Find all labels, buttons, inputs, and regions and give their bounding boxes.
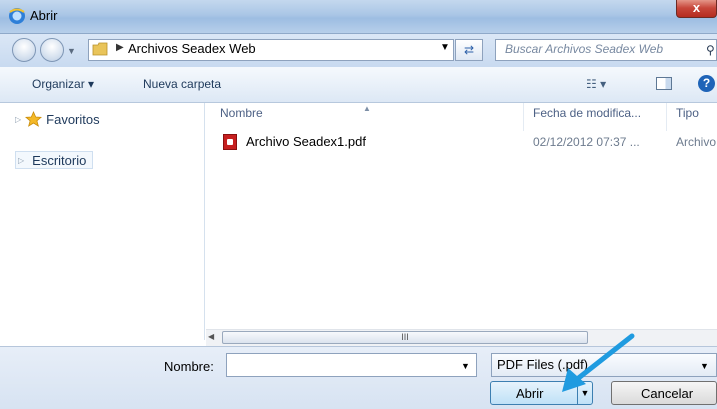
new-folder-button[interactable]: Nueva carpeta	[143, 77, 221, 91]
recent-pages-dropdown-icon[interactable]: ▼	[67, 46, 77, 56]
folder-icon	[92, 42, 108, 56]
column-divider[interactable]	[666, 103, 667, 131]
star-icon	[25, 111, 43, 127]
navigation-pane	[0, 103, 205, 340]
scrollbar-thumb[interactable]: III	[222, 331, 588, 344]
sidebar-item-desktop[interactable]: ▷ Escritorio	[15, 151, 93, 169]
preview-pane-icon[interactable]	[656, 77, 672, 90]
file-name[interactable]: Archivo Seadex1.pdf	[246, 134, 366, 149]
scroll-left-icon[interactable]: ◀	[208, 332, 214, 341]
pointer-arrow-icon	[562, 333, 635, 392]
filename-input[interactable]	[226, 353, 477, 377]
chevron-down-icon[interactable]: ▼	[700, 361, 709, 371]
column-header-type[interactable]: Tipo	[676, 106, 699, 120]
sidebar-item-label: Favoritos	[46, 111, 100, 127]
command-bar	[0, 67, 717, 103]
open-button-label: Abrir	[516, 386, 544, 401]
address-dropdown-icon[interactable]: ▼	[440, 42, 450, 53]
sidebar-item-favorites[interactable]: ▷ Favoritos	[15, 110, 100, 128]
window-title: Abrir	[30, 8, 58, 23]
back-button[interactable]	[12, 38, 36, 62]
sort-ascending-icon: ▲	[363, 104, 371, 113]
column-divider[interactable]	[523, 103, 524, 131]
refresh-button[interactable]: ⇄	[455, 39, 483, 61]
expand-icon[interactable]: ▷	[18, 156, 24, 165]
change-view-button[interactable]: ☷ ▾	[586, 77, 606, 91]
column-header-name[interactable]: Nombre	[220, 106, 263, 120]
close-button[interactable]: x	[676, 0, 717, 18]
column-header-date[interactable]: Fecha de modifica...	[533, 106, 641, 120]
breadcrumb-folder[interactable]: Archivos Seadex Web	[128, 41, 256, 56]
help-button[interactable]: ?	[698, 75, 715, 92]
browser-logo-icon	[9, 8, 25, 24]
forward-button[interactable]	[40, 38, 64, 62]
title-bar	[0, 0, 717, 34]
filename-dropdown-icon[interactable]: ▼	[461, 361, 470, 371]
search-icon[interactable]: ⚲	[706, 43, 715, 57]
file-date: 02/12/2012 07:37 ...	[533, 135, 640, 149]
search-placeholder: Buscar Archivos Seadex Web	[505, 42, 664, 56]
file-type: Archivo	[676, 135, 717, 149]
sidebar-item-label: Escritorio	[32, 152, 87, 168]
filename-label: Nombre:	[164, 359, 214, 374]
cancel-button-label: Cancelar	[641, 386, 694, 401]
organize-button[interactable]: Organizar ▾	[32, 77, 94, 91]
pdf-file-icon	[223, 134, 237, 150]
expand-icon[interactable]: ▷	[15, 115, 21, 124]
breadcrumb-separator-icon: ▶	[116, 42, 124, 53]
